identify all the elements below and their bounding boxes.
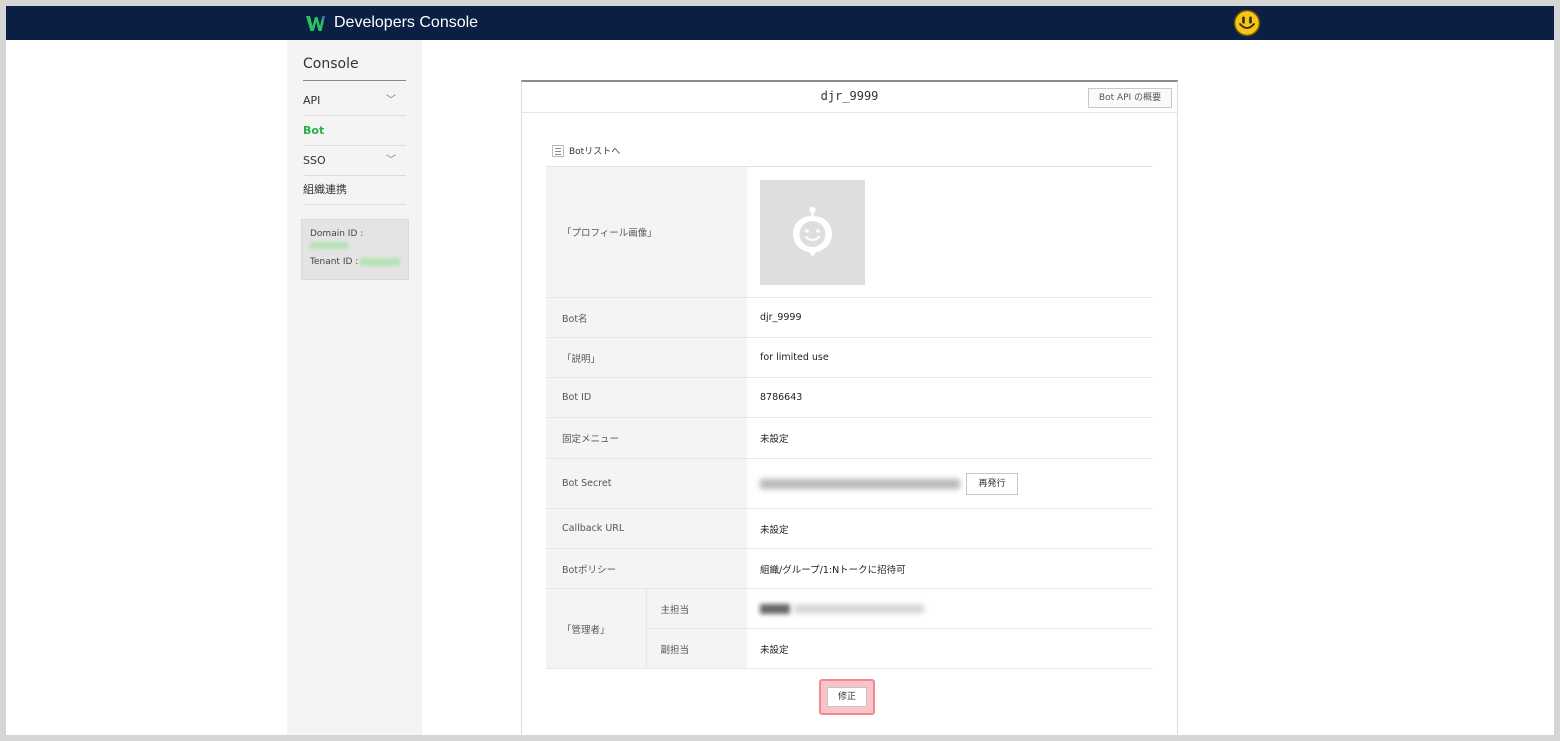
table-row: Callback URL 未設定 [546, 508, 1153, 549]
main-admin-cell [747, 588, 1153, 629]
sidebar-item-label: 組織連携 [303, 183, 347, 196]
sidebar-divider [303, 80, 406, 81]
bot-policy-label: Botポリシー [546, 548, 747, 589]
callback-url-value: 未設定 [747, 508, 1153, 549]
sidebar-item-bot[interactable]: Bot [303, 116, 406, 146]
edit-button[interactable]: 修正 [827, 687, 867, 707]
table-row: Bot ID 8786643 [546, 377, 1153, 418]
app-title[interactable]: Developers Console [334, 12, 478, 34]
reissue-button[interactable]: 再発行 [966, 472, 1018, 495]
tenant-id-value-redacted [360, 258, 400, 266]
table-row: Botポリシー 組織/グループ/1:Nトークに招待可 [546, 548, 1153, 589]
chevron-down-icon: ﹀ [386, 95, 396, 106]
sidebar-item-label: Bot [303, 124, 325, 137]
panel-header: djr_9999 Bot API の概要 [522, 82, 1177, 113]
description-value: for limited use [747, 337, 1153, 378]
page-title: djr_9999 [820, 89, 879, 103]
domain-id-value-redacted [310, 242, 348, 249]
bot-secret-value-redacted [760, 478, 960, 489]
bot-id-label: Bot ID [546, 377, 747, 418]
table-row: 固定メニュー 未設定 [546, 417, 1153, 459]
table-row: Bot Secret 再発行 [546, 458, 1153, 509]
domain-id-label: Domain ID : [310, 229, 364, 239]
sub-admin-label: 副担当 [645, 628, 747, 669]
main-admin-name-redacted [760, 603, 790, 614]
sidebar: Console API ﹀ Bot SSO ﹀ 組織連携 Domain ID :… [287, 40, 422, 735]
table-row: 「管理者」 主担当 [546, 588, 1153, 669]
fixed-menu-value: 未設定 [747, 417, 1153, 459]
main-admin-label: 主担当 [645, 588, 747, 629]
table-row: Bot名 djr_9999 [546, 297, 1153, 338]
callback-url-label: Callback URL [546, 508, 747, 549]
sidebar-item-sso[interactable]: SSO ﹀ [303, 146, 406, 176]
fixed-menu-label: 固定メニュー [546, 417, 747, 459]
sub-admin-value: 未設定 [747, 628, 1153, 669]
bot-policy-value: 組織/グループ/1:Nトークに招待可 [747, 548, 1153, 589]
bot-name-value: djr_9999 [747, 297, 1153, 338]
sidebar-item-label: API [303, 94, 321, 107]
bot-info-table: 「プロフィール画像」 Bot名 djr_9999 「説明」 for limite… [546, 166, 1153, 669]
table-row: 「プロフィール画像」 [546, 166, 1153, 298]
sidebar-title: Console [303, 56, 359, 72]
bot-list-link-label: Botリストへ [569, 147, 621, 157]
browser-viewport: Developers Console Console API ﹀ Bot SSO… [6, 6, 1554, 735]
profile-image-label: 「プロフィール画像」 [546, 166, 747, 298]
bot-name-label: Bot名 [546, 297, 747, 338]
bot-secret-cell: 再発行 [747, 458, 1153, 509]
bot-id-value: 8786643 [747, 377, 1153, 418]
bot-secret-label: Bot Secret [546, 458, 747, 509]
sidebar-item-org-link[interactable]: 組織連携 [303, 175, 406, 205]
bot-profile-image[interactable] [760, 179, 865, 285]
admin-label: 「管理者」 [546, 588, 646, 669]
bot-api-overview-button[interactable]: Bot API の概要 [1088, 88, 1172, 108]
profile-image-cell [747, 166, 1153, 298]
top-navigation-bar: Developers Console [6, 6, 1554, 40]
chevron-down-icon: ﹀ [386, 155, 396, 166]
tenant-id-label: Tenant ID : [310, 257, 359, 267]
bot-list-link[interactable]: Botリストへ [552, 144, 620, 157]
sidebar-item-label: SSO [303, 154, 326, 167]
sidebar-item-api[interactable]: API ﹀ [303, 86, 406, 116]
bot-detail-panel: djr_9999 Bot API の概要 Botリストへ 「プロフィール画像」 [521, 80, 1178, 735]
list-icon [552, 145, 564, 157]
description-label: 「説明」 [546, 337, 747, 378]
table-row: 「説明」 for limited use [546, 337, 1153, 378]
domain-info-box: Domain ID : Tenant ID : [301, 219, 409, 280]
smiley-avatar-icon[interactable] [1233, 9, 1261, 37]
works-logo-icon[interactable] [304, 12, 326, 34]
bot-face-icon [793, 206, 832, 257]
main-admin-email-redacted [794, 604, 924, 613]
